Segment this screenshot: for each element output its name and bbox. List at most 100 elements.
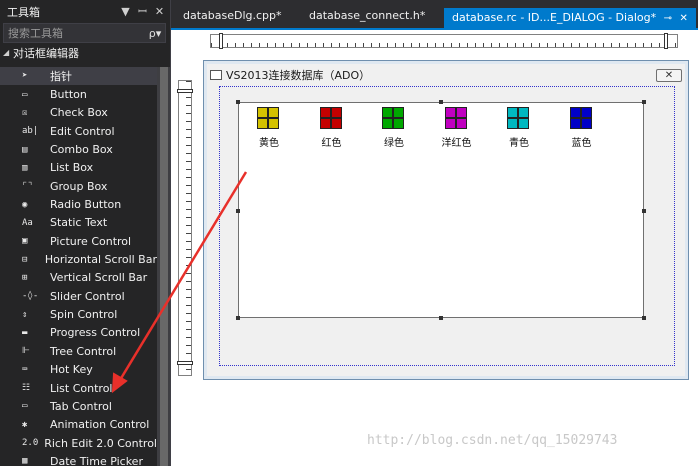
toolbox-item[interactable]: ⌨ Hot Key: [0, 361, 157, 379]
toolbox-item[interactable]: 2.0 Rich Edit 2.0 Control: [0, 434, 157, 452]
toolbox-titlebar: 工具箱 ▼ ꟷ ✕: [0, 0, 170, 23]
list-control-item[interactable]: 蓝色: [560, 106, 604, 149]
dropdown-icon[interactable]: ▼: [119, 5, 132, 18]
resize-handle[interactable]: [439, 316, 443, 320]
pin-icon[interactable]: ꟷ: [136, 4, 149, 19]
ruler-guide-handle[interactable]: [664, 33, 668, 49]
swatch-tile: [330, 107, 342, 118]
toolbox-item[interactable]: ⊩ Tree Control: [0, 342, 157, 360]
toolbox-group-header[interactable]: ◢ 对话框编辑器: [0, 44, 170, 61]
document-tab-strip: databaseDlg.cpp* database_connect.h* dat…: [171, 0, 698, 30]
ruler-guide-handle[interactable]: [219, 33, 223, 49]
toolbox-item-label: Group Box: [50, 179, 108, 193]
resize-handle[interactable]: [642, 209, 646, 213]
color-swatch-icon: [256, 106, 282, 130]
toolbox-item[interactable]: ▦ Date Time Picker: [0, 452, 157, 466]
list-control[interactable]: 黄色 红色 绿色 洋红色 青色 蓝色: [238, 102, 644, 318]
resize-handle[interactable]: [236, 209, 240, 213]
swatch-tile: [507, 118, 518, 129]
toolbox-item-label: Vertical Scroll Bar: [50, 271, 148, 285]
scrollbar-thumb[interactable]: [160, 67, 168, 466]
toolbox-title: 工具箱: [7, 5, 40, 19]
swatch-tile: [393, 118, 404, 129]
toolbox-item[interactable]: ☒ Check Box: [0, 104, 157, 122]
dialog-designer-canvas[interactable]: VS2013连接数据库（ADO） ✕ 黄色 红色 绿色 洋红色 青色 蓝色: [171, 30, 698, 466]
tab-databasedlg-cpp[interactable]: databaseDlg.cpp*: [175, 6, 290, 28]
close-tab-icon[interactable]: ✕: [680, 13, 688, 24]
toolbox-item[interactable]: ◉ Radio Button: [0, 195, 157, 213]
toolbox-item-label: Static Text: [50, 216, 108, 230]
date-time-icon: ▦: [22, 456, 28, 466]
pointer-icon: ➤: [22, 71, 28, 82]
swatch-tile: [319, 118, 331, 129]
toolbox-item-label: Spin Control: [50, 308, 118, 322]
resize-handle[interactable]: [642, 100, 646, 104]
checkbox-icon: ☒: [22, 107, 28, 118]
toolbox-item[interactable]: ▤ Combo Box: [0, 140, 157, 158]
toolbox-item[interactable]: -◊- Slider Control: [0, 287, 157, 305]
toolbox-item[interactable]: ▭ Button: [0, 85, 157, 103]
toolbox-item[interactable]: ⇕ Spin Control: [0, 305, 157, 323]
toolbox-item-list: ➤ 指针 ▭ Button ☒ Check Box ab| Edit Control ▤ Comb…: [0, 67, 157, 466]
toolbox-item[interactable]: Aa Static Text: [0, 214, 157, 232]
progress-icon: ▬: [22, 327, 28, 338]
resize-handle[interactable]: [236, 100, 240, 104]
toolbox-item[interactable]: ⊞ Vertical Scroll Bar: [0, 269, 157, 287]
toolbox-item-label: Check Box: [50, 106, 108, 120]
toolbox-item[interactable]: ⌜⌝ Group Box: [0, 177, 157, 195]
resize-handle[interactable]: [439, 100, 443, 104]
swatch-tile: [455, 107, 467, 118]
toolbox-item-label: Horizontal Scroll Bar: [44, 253, 157, 267]
list-control-item[interactable]: 绿色: [372, 106, 416, 149]
swatch-tile: [268, 107, 279, 118]
list-control-item[interactable]: 红色: [310, 106, 354, 149]
tree-icon: ⊩: [22, 346, 30, 357]
tab-database-connect-h[interactable]: database_connect.h*: [301, 6, 433, 28]
toolbox-item[interactable]: ▣ Picture Control: [0, 232, 157, 250]
vertical-ruler[interactable]: [177, 80, 193, 376]
resize-handle[interactable]: [236, 316, 240, 320]
toolbox-search-input[interactable]: 搜索工具箱 ρ▾: [3, 23, 166, 43]
swatch-tile: [393, 107, 404, 118]
tab-label: database.rc - ID...E_DIALOG - Dialog*: [452, 11, 657, 24]
resize-handle[interactable]: [642, 316, 646, 320]
list-item-label: 洋红色: [441, 138, 472, 149]
list-control-item[interactable]: 青色: [497, 106, 541, 149]
tab-database-rc-dialog[interactable]: database.rc - ID...E_DIALOG - Dialog* ⊸ …: [444, 8, 696, 30]
toolbox-item[interactable]: ⊟ Horizontal Scroll Bar: [0, 250, 157, 268]
tab-label: databaseDlg.cpp*: [183, 9, 282, 22]
expand-triangle-icon[interactable]: ◢: [3, 48, 13, 57]
toolbox-item[interactable]: ab| Edit Control: [0, 122, 157, 140]
button-icon: ▭: [22, 89, 28, 100]
list-control-item[interactable]: 洋红色: [435, 106, 479, 149]
color-swatch-icon: [319, 106, 345, 130]
list-box-icon: ▥: [22, 162, 28, 173]
swatch-tile: [507, 107, 518, 118]
toolbox-item-label: Hot Key: [50, 363, 93, 377]
ruler-guide-handle[interactable]: [177, 89, 193, 93]
color-swatch-icon: [506, 106, 532, 130]
toolbox-item-label: Slider Control: [50, 289, 125, 303]
pin-tab-icon[interactable]: ⊸: [664, 13, 672, 24]
close-icon[interactable]: ✕: [153, 5, 166, 18]
toolbox-item[interactable]: ✱ Animation Control: [0, 416, 157, 434]
window-icon: [210, 70, 222, 80]
toolbox-item-label: Button: [50, 88, 87, 102]
picture-control-icon: ▣: [22, 236, 28, 247]
toolbox-item[interactable]: ☷ List Control: [0, 379, 157, 397]
dialog-close-button[interactable]: ✕: [656, 68, 682, 82]
toolbox-item[interactable]: ▬ Progress Control: [0, 324, 157, 342]
list-control-item[interactable]: 黄色: [247, 106, 291, 149]
toolbox-item[interactable]: ➤ 指针: [0, 67, 157, 86]
combo-box-icon: ▤: [22, 144, 28, 155]
toolbox-item[interactable]: ▥ List Box: [0, 159, 157, 177]
horizontal-ruler[interactable]: [210, 33, 678, 49]
ruler-guide-handle[interactable]: [177, 361, 193, 365]
toolbox-item-label: Tree Control: [50, 344, 117, 358]
toolbox-item[interactable]: ▭ Tab Control: [0, 397, 157, 415]
toolbox-scrollbar[interactable]: [157, 67, 170, 466]
dialog-window[interactable]: VS2013连接数据库（ADO） ✕ 黄色 红色 绿色 洋红色 青色 蓝色: [203, 60, 689, 380]
search-icon[interactable]: ρ▾: [145, 27, 165, 40]
toolbox-item-label: Radio Button: [50, 198, 122, 212]
list-item-label: 红色: [321, 138, 342, 149]
